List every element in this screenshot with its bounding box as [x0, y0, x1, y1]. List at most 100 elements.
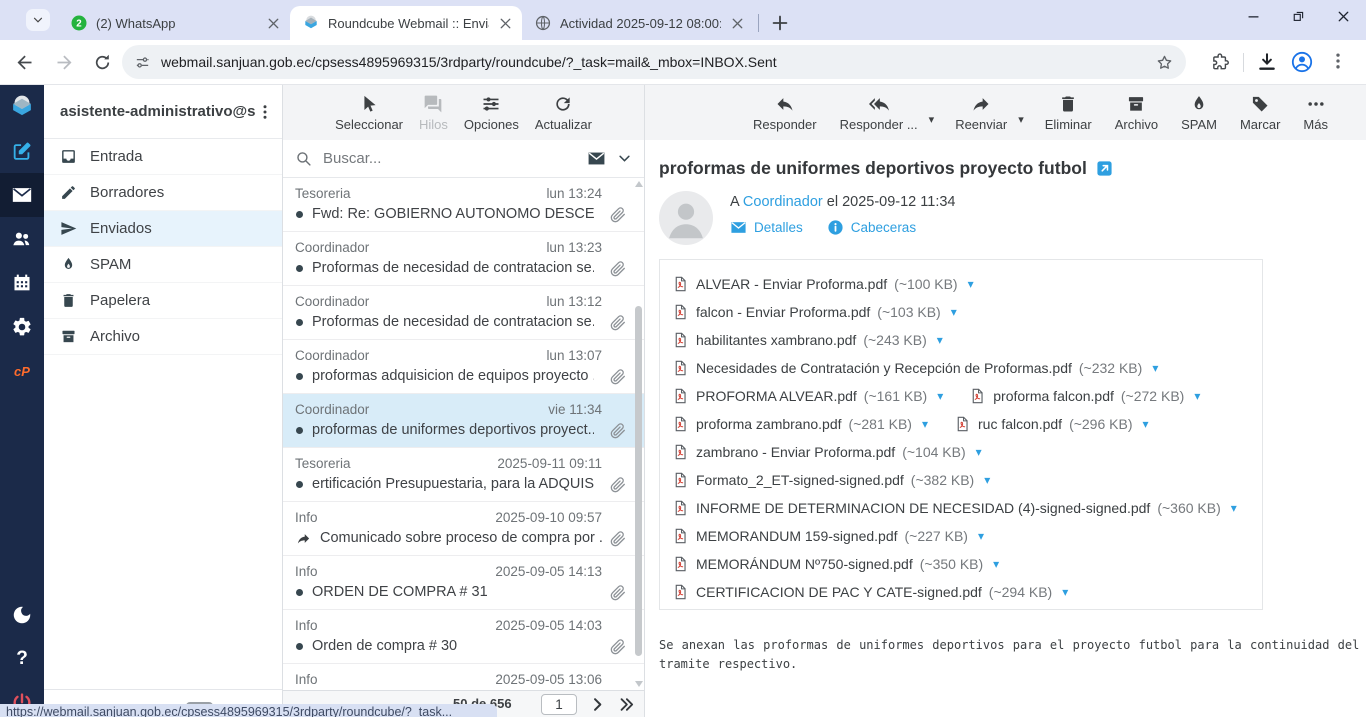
reply-all-button-menu-caret[interactable]: ▾	[929, 113, 935, 126]
search-bar[interactable]	[283, 140, 644, 178]
tab-search-button[interactable]	[26, 9, 50, 31]
message-list-row[interactable]: Coordinadorlun 13:12Proformas de necesid…	[283, 286, 644, 340]
darkmode-toggle[interactable]	[0, 593, 44, 637]
attachment-item[interactable]: ruc falcon.pdf(~296 KB)▾	[954, 410, 1149, 438]
folder-item-papelera[interactable]: Papelera	[44, 283, 282, 319]
attachment-item[interactable]: Formato_2_ET-signed-signed.pdf(~382 KB)▾	[672, 466, 990, 494]
tab-close-icon[interactable]	[265, 15, 282, 32]
attachment-item[interactable]: habilitantes xambrano.pdf(~243 KB)▾	[672, 326, 943, 354]
browser-menu-icon[interactable]	[1328, 51, 1348, 71]
calendar-nav-button[interactable]	[0, 261, 44, 305]
compose-button[interactable]	[0, 129, 44, 173]
attachment-item[interactable]: Necesidades de Contratación y Recepción …	[672, 354, 1158, 382]
attachment-menu-caret[interactable]: ▾	[922, 417, 928, 431]
next-page-icon[interactable]	[589, 696, 606, 713]
attachment-item[interactable]: proforma falcon.pdf(~272 KB)▾	[969, 382, 1200, 410]
attachment-item[interactable]: falcon - Enviar Proforma.pdf(~103 KB)▾	[672, 298, 957, 326]
forward-button[interactable]: Reenviar	[953, 94, 1009, 132]
tab-close-icon[interactable]	[729, 15, 746, 32]
folder-item-entrada[interactable]: Entrada	[44, 139, 282, 175]
attachment-menu-caret[interactable]: ▾	[1231, 501, 1237, 515]
scroll-up-arrow[interactable]	[635, 181, 643, 187]
attachment-menu-caret[interactable]: ▾	[937, 333, 943, 347]
select-button[interactable]: Seleccionar	[333, 94, 405, 132]
more-button[interactable]: Más	[1301, 94, 1330, 132]
message-list-row[interactable]: Info2025-09-05 14:13ORDEN DE COMPRA # 31	[283, 556, 644, 610]
message-list-row[interactable]: Info2025-09-05 13:06	[283, 664, 644, 690]
close-window-button[interactable]	[1335, 8, 1352, 25]
attachment-item[interactable]: MEMORANDUM 159-signed.pdf(~227 KB)▾	[672, 522, 984, 550]
recipient-link[interactable]: Coordinador	[743, 194, 823, 210]
minimize-button[interactable]	[1245, 8, 1262, 25]
search-options-chevron-icon[interactable]	[617, 151, 632, 166]
attachment-menu-caret[interactable]: ▾	[951, 305, 957, 319]
reply-all-button[interactable]: Responder ...	[838, 94, 920, 132]
settings-nav-button[interactable]	[0, 305, 44, 349]
page-number-input[interactable]	[541, 694, 577, 715]
message-list-row[interactable]: Tesorerialun 13:24Fwd: Re: GOBIERNO AUTO…	[283, 178, 644, 232]
message-list-row[interactable]: Info2025-09-10 09:57Comunicado sobre pro…	[283, 502, 644, 556]
mark-button[interactable]: Marcar	[1238, 94, 1282, 132]
attachment-menu-caret[interactable]: ▾	[937, 389, 943, 403]
headers-link[interactable]: Cabeceras	[827, 219, 916, 236]
attachment-menu-caret[interactable]: ▾	[1194, 389, 1200, 403]
browser-tab-2[interactable]: Roundcube Webmail :: Enviados	[290, 6, 522, 40]
last-page-icon[interactable]	[617, 696, 636, 713]
forward-nav-button[interactable]	[54, 52, 75, 73]
folder-item-spam[interactable]: SPAM	[44, 247, 282, 283]
restore-button[interactable]	[1290, 8, 1307, 25]
folder-item-enviados[interactable]: Enviados	[44, 211, 282, 247]
attachment-menu-caret[interactable]: ▾	[984, 473, 990, 487]
attachment-menu-caret[interactable]: ▾	[1143, 417, 1149, 431]
open-in-new-window-icon[interactable]	[1096, 160, 1113, 177]
cpanel-nav-button[interactable]: cP	[0, 349, 44, 393]
attachment-menu-caret[interactable]: ▾	[1152, 361, 1158, 375]
attachment-item[interactable]: CERTIFICACION DE PAC Y CATE-signed.pdf(~…	[672, 578, 1068, 606]
delete-button[interactable]: Eliminar	[1043, 94, 1094, 132]
browser-tab-3[interactable]: Actividad 2025-09-12 08:00:00	[522, 6, 754, 40]
attachment-item[interactable]: proforma zambrano.pdf(~281 KB)▾	[672, 410, 928, 438]
attachment-menu-caret[interactable]: ▾	[968, 277, 974, 291]
message-list-row[interactable]: Coordinadorlun 13:23Proformas de necesid…	[283, 232, 644, 286]
message-list-row[interactable]: Coordinadorvie 11:34proformas de uniform…	[283, 394, 644, 448]
scrollbar-thumb[interactable]	[635, 306, 642, 656]
tab-close-icon[interactable]	[497, 15, 514, 32]
reply-button[interactable]: Responder	[751, 94, 819, 132]
refresh-button[interactable]: Actualizar	[533, 94, 594, 132]
spam-button[interactable]: SPAM	[1179, 94, 1219, 132]
folder-actions-icon[interactable]	[256, 103, 274, 121]
downloads-icon[interactable]	[1256, 51, 1278, 73]
forward-button-menu-caret[interactable]: ▾	[1018, 113, 1024, 126]
extensions-icon[interactable]	[1210, 52, 1230, 72]
bookmark-star-icon[interactable]	[1155, 53, 1174, 72]
message-list-row[interactable]: Tesoreria2025-09-11 09:11ertificación Pr…	[283, 448, 644, 502]
options-button[interactable]: Opciones	[462, 94, 521, 132]
attachment-menu-caret[interactable]: ▾	[976, 445, 982, 459]
contacts-nav-button[interactable]	[0, 217, 44, 261]
archive-button[interactable]: Archivo	[1113, 94, 1160, 132]
attachment-item[interactable]: ALVEAR - Enviar Proforma.pdf(~100 KB)▾	[672, 270, 974, 298]
reload-button[interactable]	[92, 52, 113, 73]
attachment-item[interactable]: zambrano - Enviar Proforma.pdf(~104 KB)▾	[672, 438, 982, 466]
address-bar[interactable]: webmail.sanjuan.gob.ec/cpsess4895969315/…	[122, 45, 1186, 79]
mail-nav-button[interactable]	[0, 173, 44, 217]
attachment-item[interactable]: MEMORÁNDUM Nº750-signed.pdf(~350 KB)▾	[672, 550, 999, 578]
attachment-item[interactable]: PROFORMA ALVEAR.pdf(~161 KB)▾	[672, 382, 943, 410]
threads-button[interactable]: Hilos	[417, 94, 450, 132]
message-list-row[interactable]: Info2025-09-05 14:03Orden de compra # 30	[283, 610, 644, 664]
new-tab-button[interactable]	[769, 12, 791, 34]
back-button[interactable]	[14, 52, 35, 73]
search-input[interactable]	[321, 149, 578, 168]
search-scope-envelope-icon[interactable]	[587, 149, 606, 168]
help-button[interactable]: ?	[0, 637, 44, 681]
site-settings-icon[interactable]	[134, 54, 151, 71]
attachment-menu-caret[interactable]: ▾	[1062, 585, 1068, 599]
browser-tab-1[interactable]: 2(2) WhatsApp	[58, 6, 290, 40]
folder-item-borradores[interactable]: Borradores	[44, 175, 282, 211]
scroll-down-arrow[interactable]	[635, 681, 643, 687]
list-scrollbar[interactable]	[634, 178, 643, 690]
attachment-menu-caret[interactable]: ▾	[978, 529, 984, 543]
details-link[interactable]: Detalles	[730, 219, 803, 236]
profile-avatar-icon[interactable]	[1290, 50, 1314, 74]
message-list-row[interactable]: Coordinadorlun 13:07proformas adquisicio…	[283, 340, 644, 394]
